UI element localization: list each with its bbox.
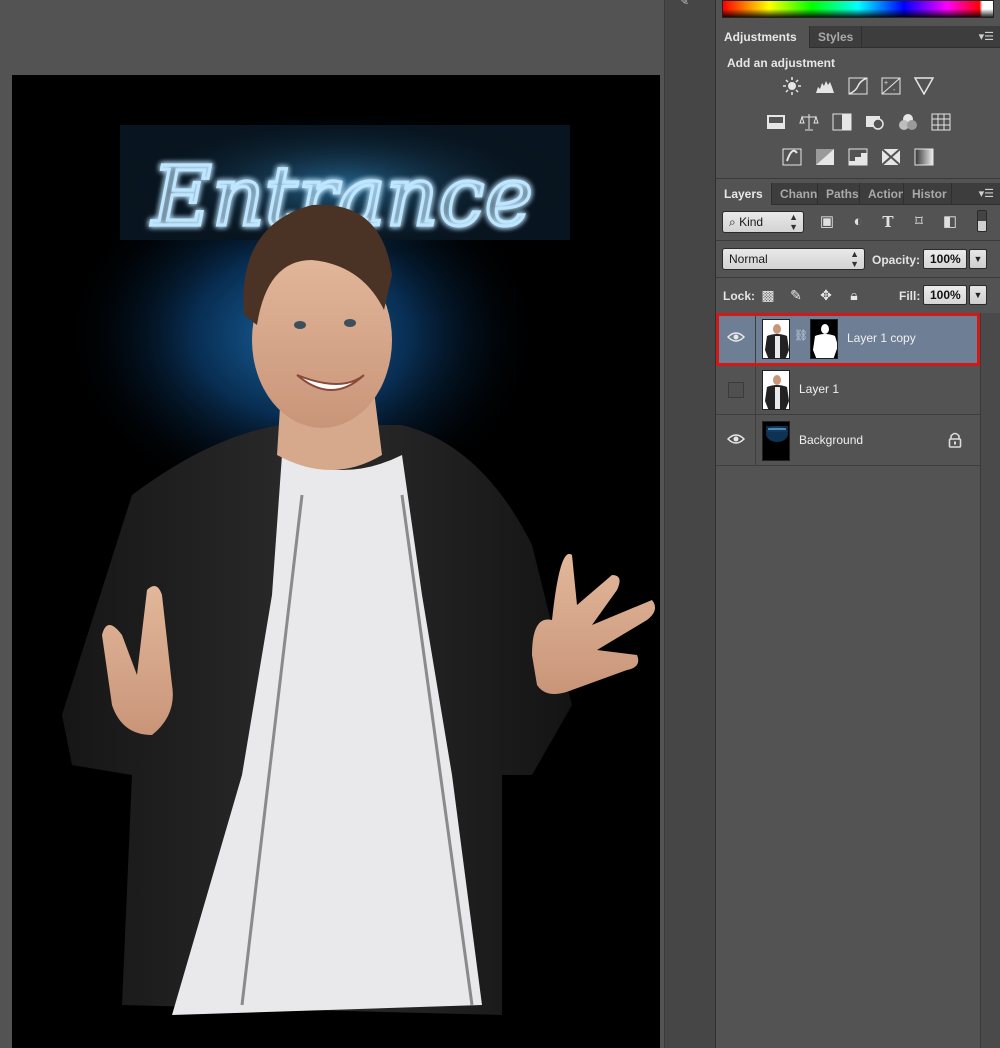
lock-icon <box>948 432 962 448</box>
posterize-icon[interactable] <box>814 147 836 167</box>
color-spectrum[interactable] <box>723 1 993 17</box>
layers-tabbar: Layers Chann Paths Action Histor ▾☰ <box>716 183 1000 205</box>
exposure-icon[interactable]: + - <box>880 76 902 96</box>
brightness-contrast-icon[interactable] <box>781 76 803 96</box>
type-layer-filter-icon[interactable]: T <box>879 213 897 231</box>
panel-dock-strip: ✎ <box>664 0 716 1048</box>
tab-layers[interactable]: Layers <box>716 183 772 205</box>
adjustment-icons-row3 <box>716 147 1000 167</box>
opacity-input[interactable]: 100% <box>923 249 967 269</box>
layers-list: ⛓ Layer 1 copy Layer 1 Background <box>716 313 980 466</box>
fill-label: Fill: <box>899 289 921 303</box>
layer-name: Layer 1 copy <box>847 331 916 345</box>
tab-history[interactable]: Histor <box>904 183 952 205</box>
curves-icon[interactable] <box>847 76 869 96</box>
channel-mixer-icon[interactable] <box>897 112 919 132</box>
tab-styles[interactable]: Styles <box>810 26 862 48</box>
visibility-toggle[interactable] <box>716 313 756 363</box>
panel-divider <box>716 277 1000 278</box>
tab-adjustments[interactable]: Adjustments <box>716 26 810 48</box>
panel-menu-icon[interactable]: ▾☰ <box>979 30 994 43</box>
filter-toggle-switch[interactable] <box>977 210 987 232</box>
shape-layer-filter-icon[interactable]: ⌑ <box>910 213 928 231</box>
tab-channels[interactable]: Chann <box>772 183 818 205</box>
color-lookup-icon[interactable] <box>930 112 952 132</box>
lock-label: Lock: <box>723 289 756 303</box>
eye-icon <box>727 434 745 444</box>
photo-filter-icon[interactable] <box>864 112 886 132</box>
photo-image: Entrance <box>12 75 660 1048</box>
svg-text:+: + <box>884 80 888 87</box>
hidden-visibility-box <box>728 382 744 398</box>
eye-icon <box>727 332 745 342</box>
updown-arrows-icon: ▲ ▼ <box>789 212 798 232</box>
pixel-layer-filter-icon[interactable]: ▣ <box>818 213 836 231</box>
layers-scrollbar[interactable] <box>980 313 1000 1048</box>
lock-transparent-pixels-icon[interactable]: ▩ <box>758 286 778 304</box>
black-white-icon[interactable] <box>831 112 853 132</box>
levels-icon[interactable] <box>814 76 836 96</box>
smart-object-filter-icon[interactable]: ◧ <box>941 213 959 231</box>
panels-dock: Adjustments Styles ▾☰ Add an adjustment … <box>716 0 1000 1048</box>
vibrance-icon[interactable] <box>913 76 935 96</box>
layer-thumbnail <box>762 421 790 461</box>
adjustments-title: Add an adjustment <box>727 56 836 70</box>
filter-kind-label: Kind <box>739 215 764 229</box>
lock-all-icon[interactable]: 🔒︎ <box>844 286 864 304</box>
search-icon: ⌕ <box>729 215 736 229</box>
color-picker-bar[interactable] <box>722 0 994 18</box>
link-chain-icon[interactable]: ⛓ <box>794 329 808 347</box>
layer-name: Background <box>799 433 864 447</box>
fill-input[interactable]: 100% <box>923 285 967 305</box>
document-canvas[interactable]: Entrance <box>12 75 660 1048</box>
adjustment-layer-filter-icon[interactable]: ◐ <box>849 213 867 231</box>
opacity-dropdown-button[interactable]: ▼ <box>969 249 987 269</box>
layer-row-layer-1-copy[interactable]: ⛓ Layer 1 copy <box>716 313 980 364</box>
panel-divider <box>716 178 1000 179</box>
hue-saturation-icon[interactable] <box>765 112 787 132</box>
visibility-toggle[interactable] <box>716 364 756 414</box>
layer-thumbnail <box>762 319 790 359</box>
layer-name: Layer 1 <box>799 382 840 396</box>
lock-image-pixels-icon[interactable]: ✎ <box>786 286 806 304</box>
layer-mask-thumbnail[interactable] <box>810 319 838 359</box>
panel-divider <box>716 240 1000 241</box>
adjustment-icons-row1: + - <box>716 76 1000 96</box>
selective-color-icon[interactable] <box>880 147 902 167</box>
tool-icon[interactable]: ✎ <box>679 0 701 8</box>
layers-panel-menu-icon[interactable]: ▾☰ <box>979 187 994 200</box>
tab-actions[interactable]: Action <box>860 183 904 205</box>
layer-row-layer-1[interactable]: Layer 1 <box>716 364 980 415</box>
photoshop-window: Entrance ✎ Adjustments Styles ▾☰ Add an … <box>0 0 1000 1048</box>
tab-paths[interactable]: Paths <box>818 183 860 205</box>
updown-arrows-icon: ▲ ▼ <box>850 249 859 269</box>
canvas-area: Entrance <box>0 0 664 1048</box>
layer-filter-select[interactable]: ⌕ Kind ▲ ▼ <box>722 211 804 233</box>
invert-icon[interactable] <box>781 147 803 167</box>
blend-mode-select[interactable]: Normal ▲ ▼ <box>722 248 865 270</box>
opacity-label: Opacity: <box>872 253 921 267</box>
svg-text:-: - <box>893 87 896 94</box>
adjustments-tabbar: Adjustments Styles ▾☰ <box>716 26 1000 48</box>
gradient-map-icon[interactable] <box>913 147 935 167</box>
fill-dropdown-button[interactable]: ▼ <box>969 285 987 305</box>
threshold-icon[interactable] <box>847 147 869 167</box>
color-balance-icon[interactable] <box>798 112 820 132</box>
lock-position-icon[interactable]: ✥ <box>816 286 836 304</box>
layer-row-background[interactable]: Background <box>716 415 980 466</box>
visibility-toggle[interactable] <box>716 415 756 465</box>
adjustment-icons-row2 <box>716 112 1000 132</box>
layer-thumbnail <box>762 370 790 410</box>
blend-mode-value: Normal <box>729 252 768 266</box>
